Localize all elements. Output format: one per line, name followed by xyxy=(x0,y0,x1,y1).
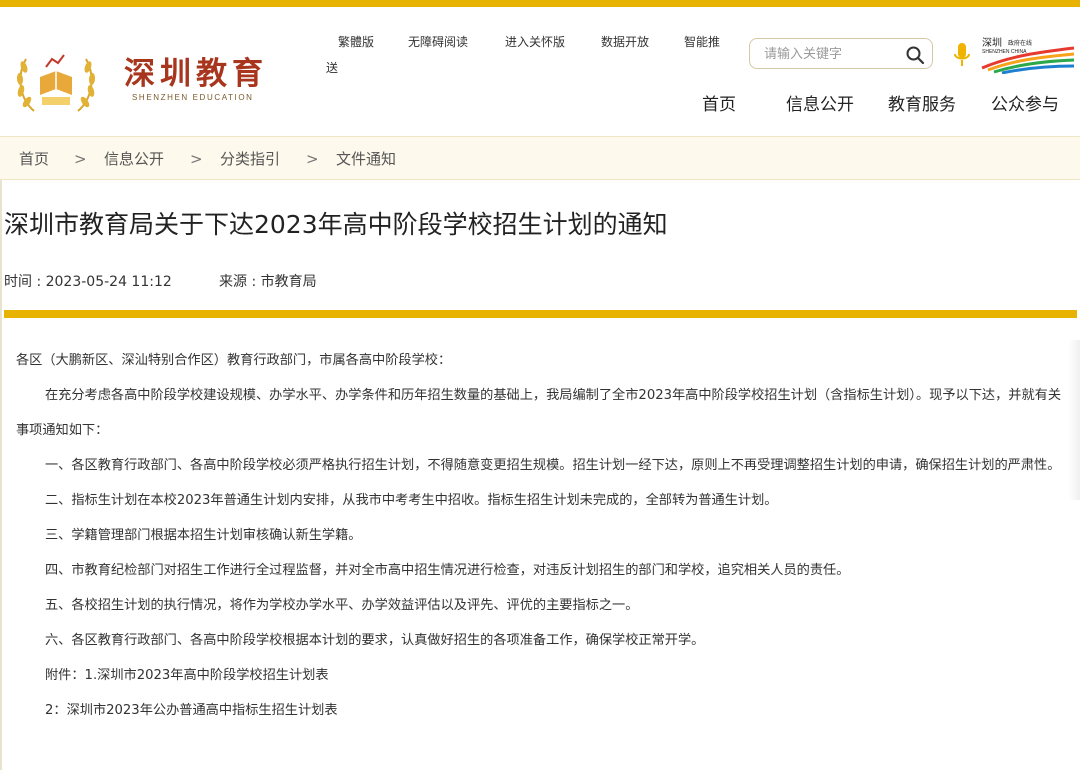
breadcrumb-separator: > xyxy=(190,150,203,168)
breadcrumb-separator: > xyxy=(306,150,319,168)
article-paragraph: 三、学籍管理部门根据本招生计划审核确认新生学籍。 xyxy=(45,528,362,543)
article-paragraph: 一、各区教育行政部门、各高中阶段学校必须严格执行招生计划，不得随意变更招生规模。… xyxy=(45,458,1061,473)
article-paragraph: 六、各区教育行政部门、各高中阶段学校根据本计划的要求，认真做好招生的各项准备工作… xyxy=(45,633,705,648)
top-accent-bar xyxy=(0,0,1080,7)
link-smart-push-wrap[interactable]: 送 xyxy=(326,61,338,75)
article-paragraph: 五、各校招生计划的执行情况，将作为学校办学水平、办学效益评估以及评先、评优的主要… xyxy=(45,598,639,613)
breadcrumb: 首页 > 信息公开 > 分类指引 > 文件通知 xyxy=(0,136,1080,180)
search-icon[interactable] xyxy=(905,45,925,65)
scroll-shadow xyxy=(1068,340,1080,500)
shenzhen-government-logo-icon[interactable]: 深圳 政府在线 SHENZHEN CHINA xyxy=(980,34,1076,74)
attachment-link-2[interactable]: 2：深圳市2023年公办普通高中指标生招生计划表 xyxy=(16,693,1062,728)
article-paragraph: 二、指标生计划在本校2023年普通生计划内安排，从我市中考考生中招收。指标生招生… xyxy=(45,493,778,508)
link-traditional-chinese[interactable]: 繁體版 xyxy=(338,35,374,49)
emblem-logo-icon[interactable] xyxy=(12,37,100,125)
content-left-border xyxy=(0,180,2,770)
search-box xyxy=(749,38,933,69)
svg-text:SHENZHEN CHINA: SHENZHEN CHINA xyxy=(982,49,1027,55)
breadcrumb-category-guide[interactable]: 分类指引 xyxy=(220,150,280,168)
title-divider xyxy=(4,310,1077,318)
breadcrumb-separator: > xyxy=(74,150,87,168)
breadcrumb-info-disclosure[interactable]: 信息公开 xyxy=(104,150,164,168)
nav-education-services[interactable]: 教育服务 xyxy=(888,95,956,115)
link-smart-push[interactable]: 智能推 xyxy=(684,35,720,49)
logo-title: 深圳教育 xyxy=(124,56,268,92)
nav-info-disclosure[interactable]: 信息公开 xyxy=(786,95,854,115)
nav-home[interactable]: 首页 xyxy=(702,95,736,115)
site-logo[interactable]: 深圳教育 SHENZHEN EDUCATION xyxy=(124,57,268,102)
svg-text:政府在线: 政府在线 xyxy=(1008,39,1032,47)
link-accessible-reading[interactable]: 无障碍阅读 xyxy=(408,35,468,49)
search-input[interactable] xyxy=(764,44,894,64)
logo-subtitle: SHENZHEN EDUCATION xyxy=(132,93,254,102)
article-body: 各区（大鹏新区、深汕特别合作区）教育行政部门，市属各高中阶段学校： 在充分考虑各… xyxy=(16,343,1062,728)
article-paragraph: 在充分考虑各高中阶段学校建设规模、办学水平、办学条件和历年招生数量的基础上，我局… xyxy=(16,388,1062,438)
svg-text:深圳: 深圳 xyxy=(982,37,1002,49)
link-open-data[interactable]: 数据开放 xyxy=(601,35,649,49)
article-source: 来源 : 市教育局 xyxy=(219,274,317,290)
breadcrumb-home[interactable]: 首页 xyxy=(19,150,49,168)
article-salutation: 各区（大鹏新区、深汕特别合作区）教育行政部门，市属各高中阶段学校： xyxy=(16,353,452,368)
article-time: 时间 : 2023-05-24 11:12 xyxy=(4,274,172,290)
article-title: 深圳市教育局关于下达2023年高中阶段学校招生计划的通知 xyxy=(4,210,668,239)
site-header: 深圳教育 SHENZHEN EDUCATION 繁體版 无障碍阅读 进入关怀版 … xyxy=(0,7,1080,136)
nav-public-participation[interactable]: 公众参与 xyxy=(991,95,1059,115)
microphone-icon[interactable] xyxy=(952,42,972,68)
article-paragraph: 四、市教育纪检部门对招生工作进行全过程监督，并对全市高中招生情况进行检查，对违反… xyxy=(45,563,850,578)
breadcrumb-file-notices[interactable]: 文件通知 xyxy=(336,150,396,168)
link-care-mode[interactable]: 进入关怀版 xyxy=(505,35,565,49)
attachment-link-1[interactable]: 附件：1.深圳市2023年高中阶段学校招生计划表 xyxy=(16,658,1062,693)
